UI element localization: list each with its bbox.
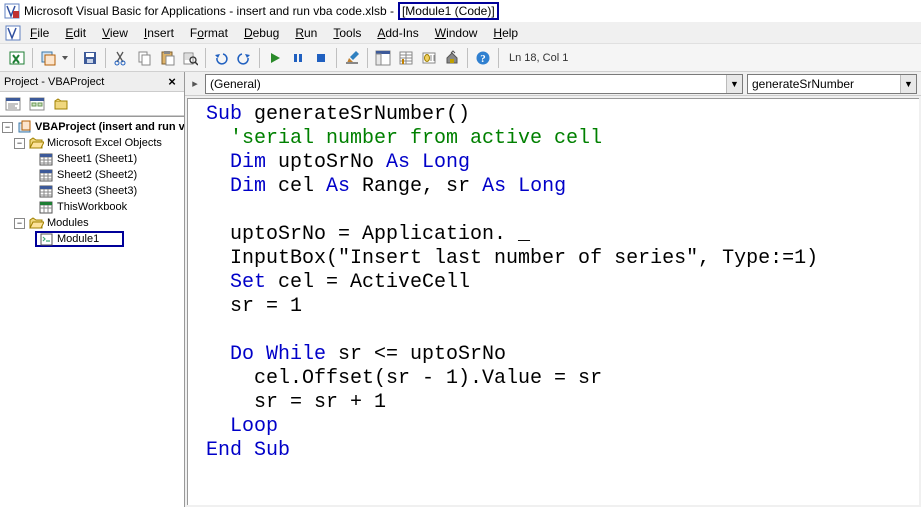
- menu-insert[interactable]: Insert: [136, 24, 182, 42]
- menu-tools[interactable]: Tools: [325, 24, 369, 42]
- title-bar: Microsoft Visual Basic for Applications …: [0, 0, 921, 22]
- find-icon[interactable]: [179, 47, 201, 69]
- tree-sheet-item[interactable]: Sheet3 (Sheet3): [2, 183, 182, 199]
- code-pane: ▸ (General) ▼ generateSrNumber ▼ Sub gen…: [185, 72, 921, 507]
- project-explorer-panel: Project - VBAProject × − VBAProject (ins…: [0, 72, 185, 507]
- object-dropdown-value: (General): [206, 77, 726, 91]
- design-mode-icon[interactable]: [341, 47, 363, 69]
- object-browser-icon[interactable]: [418, 47, 440, 69]
- tree-item-label: ThisWorkbook: [56, 201, 128, 213]
- system-menu-icon[interactable]: [4, 25, 22, 41]
- tree-root[interactable]: − VBAProject (insert and run vba code.xl…: [2, 119, 182, 135]
- toolbar-separator: [259, 48, 260, 68]
- run-icon[interactable]: [264, 47, 286, 69]
- tree-folder-label: Modules: [46, 217, 90, 229]
- toolbar-separator: [105, 48, 106, 68]
- properties-icon[interactable]: [395, 47, 417, 69]
- toolbar-separator: [74, 48, 75, 68]
- save-icon[interactable]: [79, 47, 101, 69]
- collapse-icon[interactable]: −: [2, 122, 13, 133]
- worksheet-icon: [39, 152, 54, 167]
- main-area: Project - VBAProject × − VBAProject (ins…: [0, 72, 921, 507]
- undo-icon[interactable]: [210, 47, 232, 69]
- standard-toolbar: ? Ln 18, Col 1: [0, 44, 921, 72]
- menu-debug[interactable]: Debug: [236, 24, 287, 42]
- menu-bar: File Edit View Insert Format Debug Run T…: [0, 22, 921, 44]
- procedure-dropdown-value: generateSrNumber: [748, 77, 900, 91]
- dropdown-arrow-icon[interactable]: ▼: [900, 75, 916, 93]
- tree-folder-label: Microsoft Excel Objects: [46, 137, 163, 149]
- project-panel-title: Project - VBAProject: [4, 76, 104, 88]
- reset-icon[interactable]: [310, 47, 332, 69]
- menu-edit[interactable]: Edit: [57, 24, 94, 42]
- project-panel-titlebar: Project - VBAProject ×: [0, 72, 184, 92]
- project-icon: [17, 120, 32, 135]
- toolbar-separator: [498, 48, 499, 68]
- view-excel-icon[interactable]: [6, 47, 28, 69]
- tree-folder-excel-objects[interactable]: − Microsoft Excel Objects: [2, 135, 182, 151]
- project-tree[interactable]: − VBAProject (insert and run vba code.xl…: [0, 116, 184, 507]
- workbook-icon: [39, 200, 54, 215]
- view-object-icon[interactable]: [26, 93, 48, 115]
- dropdown-arrow-icon[interactable]: [60, 47, 70, 69]
- worksheet-icon: [39, 168, 54, 183]
- window-title-module: [Module1 (Code)]: [398, 2, 499, 20]
- toolbar-separator: [32, 48, 33, 68]
- chevron-icon[interactable]: ▸: [189, 77, 201, 90]
- tree-item-label: Sheet3 (Sheet3): [56, 185, 138, 197]
- window-title-prefix: Microsoft Visual Basic for Applications …: [24, 4, 394, 18]
- toolbar-separator: [367, 48, 368, 68]
- folder-open-icon: [29, 216, 44, 231]
- menu-format[interactable]: Format: [182, 24, 236, 42]
- tree-item-label: Sheet2 (Sheet2): [56, 169, 138, 181]
- redo-icon[interactable]: [233, 47, 255, 69]
- code-object-proc-bar: ▸ (General) ▼ generateSrNumber ▼: [185, 72, 921, 96]
- menu-run[interactable]: Run: [287, 24, 325, 42]
- menu-window[interactable]: Window: [427, 24, 486, 42]
- view-code-icon[interactable]: [2, 93, 24, 115]
- tree-module-item[interactable]: Module1: [35, 231, 124, 247]
- insert-dropdown-icon[interactable]: [37, 47, 59, 69]
- project-explorer-icon[interactable]: [372, 47, 394, 69]
- procedure-dropdown[interactable]: generateSrNumber ▼: [747, 74, 917, 94]
- toolbar-separator: [205, 48, 206, 68]
- toolbox-icon[interactable]: [441, 47, 463, 69]
- paste-icon[interactable]: [156, 47, 178, 69]
- collapse-icon[interactable]: −: [14, 218, 25, 229]
- toolbar-separator: [336, 48, 337, 68]
- worksheet-icon: [39, 184, 54, 199]
- tree-sheet-item[interactable]: Sheet2 (Sheet2): [2, 167, 182, 183]
- close-icon[interactable]: ×: [164, 74, 180, 90]
- object-dropdown[interactable]: (General) ▼: [205, 74, 743, 94]
- tree-folder-modules[interactable]: − Modules: [2, 215, 182, 231]
- menu-view[interactable]: View: [94, 24, 136, 42]
- cursor-position-status: Ln 18, Col 1: [503, 52, 574, 64]
- vba-app-icon: [4, 3, 20, 19]
- tree-module-label: Module1: [56, 233, 100, 245]
- toolbar-separator: [467, 48, 468, 68]
- tree-sheet-item[interactable]: Sheet1 (Sheet1): [2, 151, 182, 167]
- break-icon[interactable]: [287, 47, 309, 69]
- menu-file[interactable]: File: [22, 24, 57, 42]
- code-editor[interactable]: Sub generateSrNumber() 'serial number fr…: [187, 98, 919, 505]
- tree-workbook-item[interactable]: ThisWorkbook: [2, 199, 182, 215]
- menu-help[interactable]: Help: [485, 24, 526, 42]
- tree-root-label: VBAProject (insert and run vba code.xlsb…: [34, 121, 184, 133]
- menu-addins[interactable]: Add-Ins: [369, 24, 426, 42]
- tree-item-label: Sheet1 (Sheet1): [56, 153, 138, 165]
- cut-icon[interactable]: [110, 47, 132, 69]
- copy-icon[interactable]: [133, 47, 155, 69]
- project-panel-toolbar: [0, 92, 184, 116]
- help-icon[interactable]: ?: [472, 47, 494, 69]
- folder-open-icon: [29, 136, 44, 151]
- dropdown-arrow-icon[interactable]: ▼: [726, 75, 742, 93]
- toggle-folders-icon[interactable]: [50, 93, 72, 115]
- collapse-icon[interactable]: −: [14, 138, 25, 149]
- module-icon: [39, 232, 54, 247]
- svg-text:?: ?: [480, 53, 486, 65]
